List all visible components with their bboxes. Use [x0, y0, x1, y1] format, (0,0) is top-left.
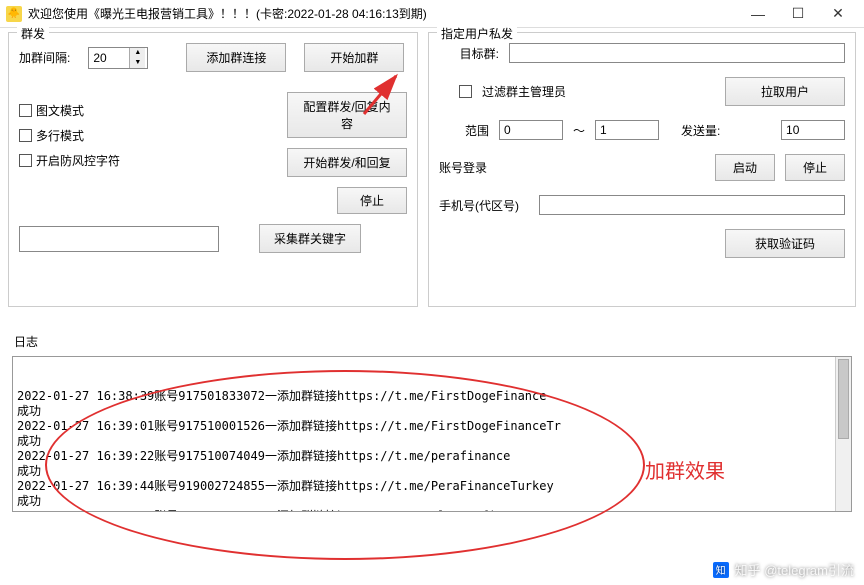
- get-code-button[interactable]: 获取验证码: [725, 229, 845, 258]
- start-send-button[interactable]: 开始群发/和回复: [287, 148, 407, 177]
- panel-private-send-title: 指定用户私发: [437, 25, 517, 42]
- wind-ctrl-label: 开启防风控字符: [36, 152, 120, 169]
- stop-button-left[interactable]: 停止: [337, 187, 407, 214]
- titlebar: 🐥 欢迎您使用《曝光王电报营销工具》！！！(卡密:2022-01-28 04:1…: [0, 0, 864, 28]
- log-scrollbar[interactable]: [835, 357, 851, 511]
- panel-private-send: 指定用户私发 目标群: 过滤群主管理员 拉取用户 范围 ～ 发送量: 账号登录 …: [428, 32, 856, 307]
- send-count-label: 发送量:: [681, 122, 771, 139]
- multi-mode-checkbox[interactable]: [19, 129, 32, 142]
- phone-input[interactable]: [539, 195, 845, 215]
- app-icon: 🐥: [6, 6, 22, 22]
- target-label: 目标群:: [439, 45, 499, 62]
- interval-spinner[interactable]: ▲▼: [88, 47, 148, 69]
- close-button[interactable]: ✕: [818, 2, 858, 26]
- range-to-input[interactable]: [595, 120, 659, 140]
- phone-label: 手机号(代区号): [439, 197, 529, 214]
- add-link-button[interactable]: 添加群连接: [186, 43, 286, 72]
- window-title: 欢迎您使用《曝光王电报营销工具》！！！(卡密:2022-01-28 04:16:…: [28, 5, 738, 22]
- panel-group-send: 群发 加群间隔: ▲▼ 添加群连接 开始加群 图文模式 多行模式: [8, 32, 418, 307]
- watermark: 知 知乎 @telegram引流: [713, 560, 854, 579]
- zhihu-icon: 知: [713, 562, 729, 578]
- stop-button-right[interactable]: 停止: [785, 154, 845, 181]
- keyword-input[interactable]: [19, 226, 219, 252]
- panel-group-send-title: 群发: [17, 25, 49, 42]
- spinner-arrows[interactable]: ▲▼: [129, 48, 145, 68]
- log-section: 日志 2022-01-27 16:38:39账号917501833072一添加群…: [0, 311, 864, 524]
- login-label: 账号登录: [439, 159, 499, 176]
- filter-admin-label: 过滤群主管理员: [482, 83, 572, 100]
- start-button-right[interactable]: 启动: [715, 154, 775, 181]
- image-mode-label: 图文模式: [36, 102, 84, 119]
- interval-label: 加群间隔:: [19, 49, 70, 66]
- image-mode-checkbox[interactable]: [19, 104, 32, 117]
- maximize-button[interactable]: ☐: [778, 2, 818, 26]
- start-join-button[interactable]: 开始加群: [304, 43, 404, 72]
- window-buttons: — ☐ ✕: [738, 2, 858, 26]
- interval-input[interactable]: [89, 48, 129, 68]
- scrollbar-thumb[interactable]: [838, 359, 849, 439]
- wind-ctrl-checkbox[interactable]: [19, 154, 32, 167]
- range-label: 范围: [439, 122, 489, 139]
- pull-users-button[interactable]: 拉取用户: [725, 77, 845, 106]
- collect-button[interactable]: 采集群关键字: [259, 224, 361, 253]
- range-from-input[interactable]: [499, 120, 563, 140]
- config-button[interactable]: 配置群发/回复内容: [287, 92, 407, 138]
- filter-admin-checkbox[interactable]: [459, 85, 472, 98]
- log-box[interactable]: 2022-01-27 16:38:39账号917501833072一添加群链接h…: [12, 356, 852, 512]
- watermark-text: 知乎 @telegram引流: [735, 560, 854, 579]
- target-input[interactable]: [509, 43, 845, 63]
- send-count-input[interactable]: [781, 120, 845, 140]
- log-label: 日志: [14, 333, 852, 350]
- minimize-button[interactable]: —: [738, 2, 778, 26]
- multi-mode-label: 多行模式: [36, 127, 84, 144]
- range-tilde: ～: [573, 122, 585, 139]
- log-content: 2022-01-27 16:38:39账号917501833072一添加群链接h…: [17, 389, 847, 512]
